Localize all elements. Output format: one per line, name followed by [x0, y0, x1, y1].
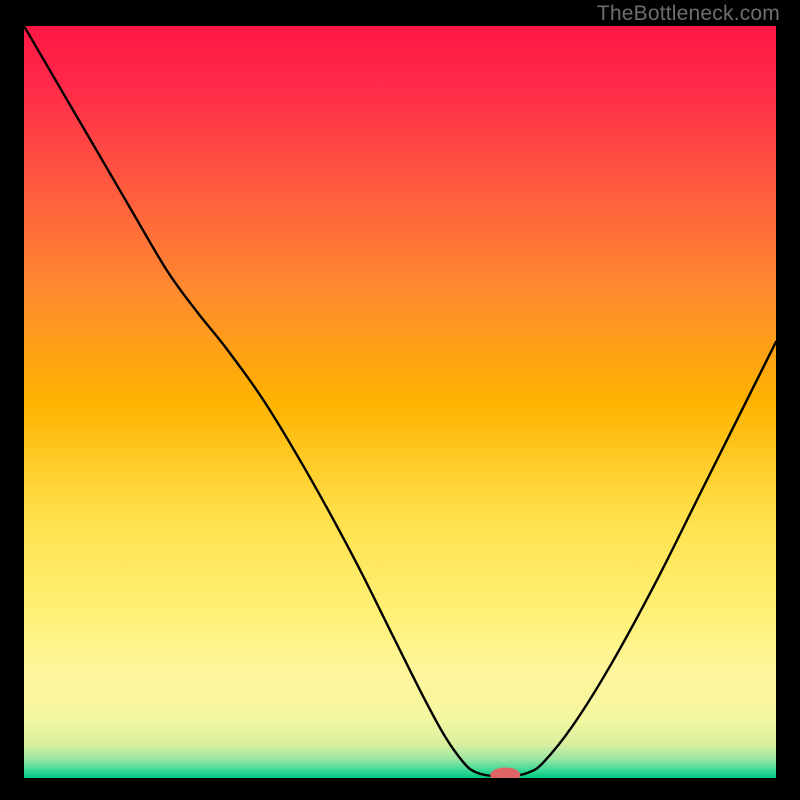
chart-svg	[24, 26, 776, 778]
chart-plot-area	[24, 26, 776, 778]
gradient-background	[24, 26, 776, 778]
chart-frame: TheBottleneck.com	[0, 0, 800, 800]
watermark-text: TheBottleneck.com	[597, 2, 780, 26]
